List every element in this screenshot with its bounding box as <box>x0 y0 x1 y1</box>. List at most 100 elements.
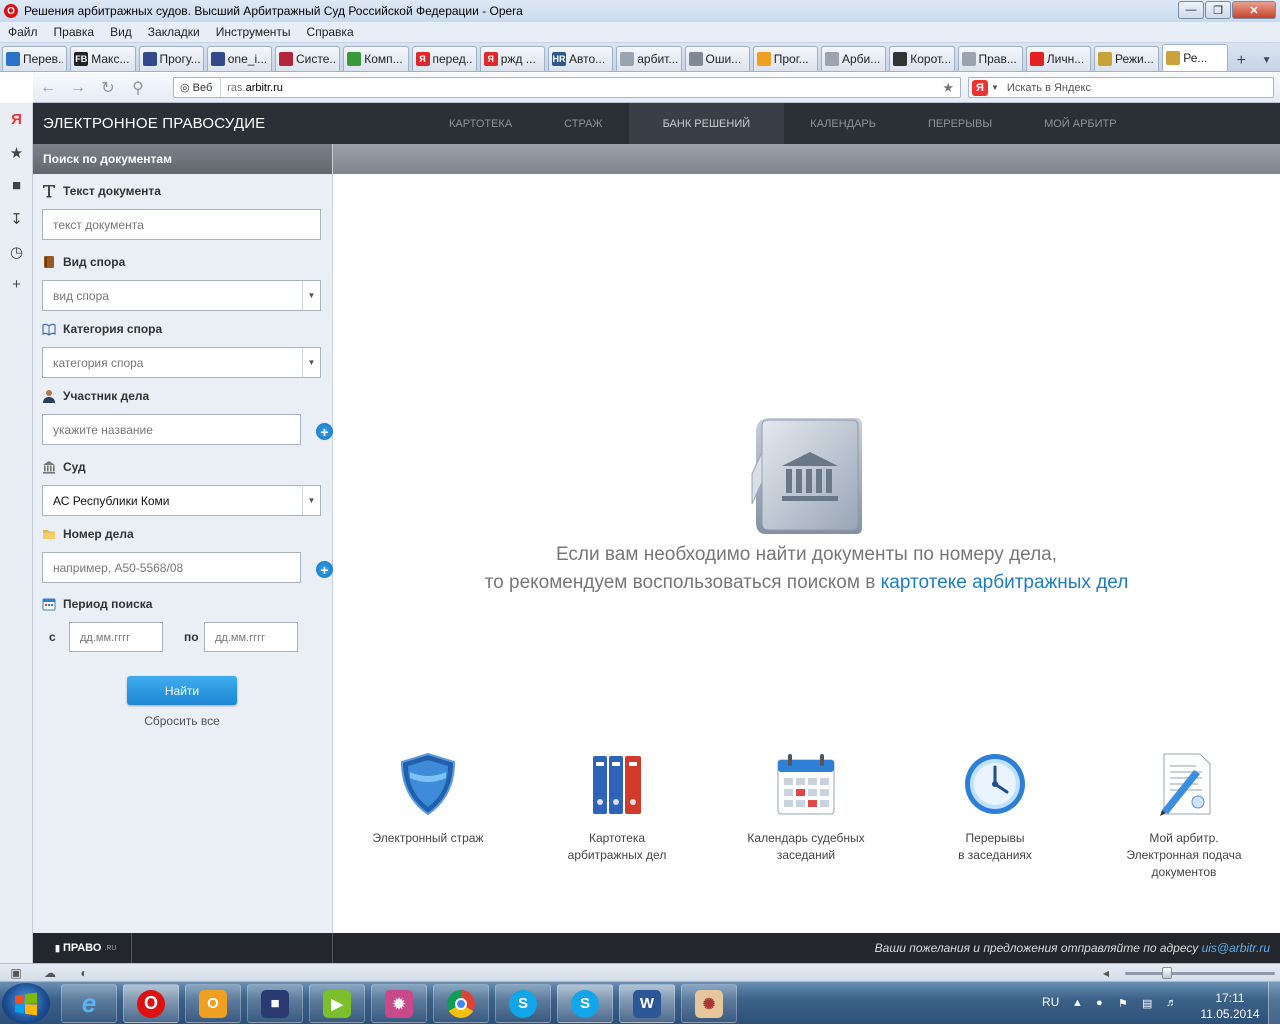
feedback-email-link[interactable]: uis@arbitr.ru <box>1202 941 1270 955</box>
search-engine-dropdown-icon[interactable]: ▼ <box>991 83 999 92</box>
nav-kalendar[interactable]: КАЛЕНДАРЬ <box>784 103 902 144</box>
url-text[interactable]: ras.arbitr.ru <box>221 82 283 94</box>
browser-tab[interactable]: Яперед... <box>411 46 477 71</box>
add-panel-icon[interactable]: + <box>0 268 33 301</box>
browser-tab[interactable]: Перев... <box>2 46 68 71</box>
network-icon[interactable]: ▤ <box>1142 997 1154 1010</box>
show-desktop-button[interactable] <box>1268 982 1280 1025</box>
browser-tab[interactable]: Личн... <box>1025 46 1091 71</box>
yandex-icon[interactable]: Я <box>972 79 988 96</box>
browser-tab[interactable]: Арби... <box>821 46 887 71</box>
address-field[interactable]: ◎ Веб ras.arbitr.ru ★ <box>173 77 961 98</box>
new-tab-button[interactable]: + <box>1233 51 1250 71</box>
browser-tab[interactable]: Режи... <box>1094 46 1160 71</box>
nav-strazh[interactable]: СТРАЖ <box>538 103 628 144</box>
menu-view[interactable]: Вид <box>110 25 132 39</box>
action-center-flag-icon[interactable]: ⚑ <box>1118 997 1130 1010</box>
nav-kartoteka[interactable]: КАРТОТЕКА <box>423 103 538 144</box>
browser-tab[interactable]: Комп... <box>343 46 409 71</box>
taskbar-word[interactable]: W <box>619 984 675 1023</box>
back-button[interactable]: ← <box>33 75 63 101</box>
browser-tab[interactable]: Прав... <box>957 46 1023 71</box>
menu-file[interactable]: Файл <box>8 25 38 39</box>
browser-tab[interactable]: FB Макс... <box>70 46 136 71</box>
start-button[interactable] <box>2 983 50 1024</box>
taskbar-chrome[interactable] <box>433 984 489 1023</box>
volume-icon[interactable]: ♬ <box>1166 997 1178 1009</box>
taskbar-ie[interactable]: e <box>61 984 117 1023</box>
browser-tab[interactable]: Систе... <box>275 46 341 71</box>
feature-my-arbitr[interactable]: Мой арбитр. Электронная подача документо… <box>1099 752 1269 881</box>
add-participant-button[interactable]: + <box>316 423 333 440</box>
tab-menu-icon[interactable]: ▼ <box>1253 49 1280 71</box>
menu-edit[interactable]: Правка <box>54 25 95 39</box>
feature-case-files[interactable]: Картотека арбитражных дел <box>532 752 702 864</box>
key-icon[interactable]: ⚲ <box>123 75 153 101</box>
browser-tab[interactable]: Корот... <box>889 46 955 71</box>
nav-pereryvy[interactable]: ПЕРЕРЫВЫ <box>902 103 1018 144</box>
nav-moy-arbitr[interactable]: МОЙ АРБИТР <box>1018 103 1143 144</box>
menu-bookmarks[interactable]: Закладки <box>148 25 200 39</box>
browser-tab[interactable]: HR Авто... <box>548 46 614 71</box>
browser-tab[interactable]: Яржд ... <box>479 46 545 71</box>
browser-tab[interactable]: Оши... <box>684 46 750 71</box>
zoom-slider-knob[interactable] <box>1162 967 1172 979</box>
feature-electronic-guard[interactable]: Электронный страж <box>343 752 513 847</box>
notes-icon[interactable]: ■ <box>0 169 33 202</box>
reset-all-link[interactable]: Сбросить все <box>127 714 237 728</box>
chevron-down-icon[interactable]: ▼ <box>302 486 320 515</box>
bookmarks-star-icon[interactable]: ★ <box>0 136 33 169</box>
dispute-type-select[interactable]: вид спора ▼ <box>42 280 321 311</box>
period-from-input[interactable]: дд.мм.гггг <box>69 622 163 652</box>
zoom-left-icon[interactable]: ◀ <box>1098 965 1114 981</box>
history-clock-icon[interactable]: ◷ <box>0 235 33 268</box>
taskbar-skype[interactable]: S <box>495 984 551 1023</box>
search-field[interactable]: Я ▼ Искать в Яндекс <box>968 77 1274 98</box>
browser-tab[interactable]: one_i... <box>206 46 272 71</box>
add-case-number-button[interactable]: + <box>316 561 333 578</box>
taskbar-paint[interactable]: ✺ <box>681 984 737 1023</box>
clock[interactable]: 17:11 11.05.2014 <box>1200 990 1260 1022</box>
reload-icon[interactable]: ↻ <box>93 75 123 101</box>
taskbar-skype-2[interactable]: S <box>557 984 613 1023</box>
forward-button[interactable]: → <box>63 75 93 101</box>
menu-help[interactable]: Справка <box>307 25 354 39</box>
doc-text-input[interactable]: текст документа <box>42 209 321 240</box>
turbo-gauge-icon[interactable]: ◐ <box>76 965 92 981</box>
maximize-button[interactable]: ❐ <box>1205 1 1231 19</box>
taskbar-app[interactable]: ✹ <box>371 984 427 1023</box>
feature-breaks[interactable]: Перерывы в заседаниях <box>910 752 1080 864</box>
web-chip[interactable]: ◎ Веб <box>174 78 222 97</box>
nav-bank-resheniy[interactable]: БАНК РЕШЕНИЙ <box>628 103 785 144</box>
browser-tab[interactable]: Ре... <box>1162 44 1228 71</box>
feature-court-calendar[interactable]: Календарь судебных заседаний <box>721 752 891 864</box>
bookmark-star-icon[interactable]: ★ <box>942 80 954 96</box>
site-brand[interactable]: ЭЛЕКТРОННОЕ ПРАВОСУДИЕ <box>43 115 265 132</box>
browser-tab[interactable]: Прог... <box>752 46 818 71</box>
case-files-link[interactable]: картотеке арбитражных дел <box>881 572 1129 593</box>
taskbar-outlook[interactable]: O <box>185 984 241 1023</box>
zoom-slider[interactable] <box>1125 972 1275 975</box>
pravo-logo[interactable]: ▮ ПРАВО .RU <box>33 933 132 963</box>
find-button[interactable]: Найти <box>127 676 237 705</box>
chevron-down-icon[interactable]: ▼ <box>302 348 320 377</box>
language-indicator[interactable]: RU <box>1042 995 1059 1009</box>
court-select[interactable]: АС Республики Коми ▼ <box>42 485 321 516</box>
menu-tools[interactable]: Инструменты <box>216 25 291 39</box>
downloads-icon[interactable]: ↧ <box>0 202 33 235</box>
chevron-down-icon[interactable]: ▼ <box>302 281 320 310</box>
tray-expand-icon[interactable]: ▲ <box>1072 997 1084 1009</box>
taskbar-player[interactable]: ▶ <box>309 984 365 1023</box>
taskbar-opera[interactable]: O <box>123 984 179 1023</box>
taskbar-save[interactable]: ■ <box>247 984 303 1023</box>
close-button[interactable]: ✕ <box>1232 1 1276 19</box>
tray-app-icon[interactable]: ● <box>1096 997 1108 1009</box>
case-number-input[interactable]: например, А50-5568/08 <box>42 552 301 583</box>
panel-toggle-icon[interactable]: ▣ <box>8 965 24 981</box>
yandex-panel-icon[interactable]: Я <box>0 103 33 136</box>
browser-tab[interactable]: Прогу... <box>138 46 204 71</box>
minimize-button[interactable]: — <box>1178 1 1204 19</box>
dispute-category-select[interactable]: категория спора ▼ <box>42 347 321 378</box>
period-to-input[interactable]: дд.мм.гггг <box>204 622 298 652</box>
participant-input[interactable]: укажите название <box>42 414 301 445</box>
